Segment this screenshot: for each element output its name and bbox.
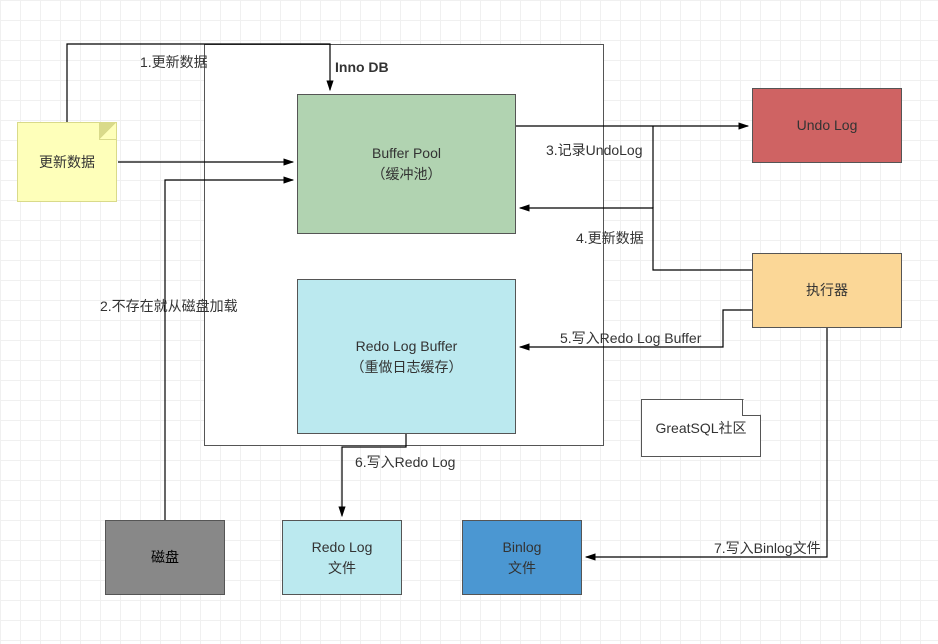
undo-log-box: Undo Log (752, 88, 902, 163)
binlog-l1: Binlog (503, 537, 542, 558)
redo-file-l2: 文件 (328, 558, 356, 579)
innodb-label: Inno DB (335, 57, 389, 78)
edge6-label: 6.写入Redo Log (355, 452, 455, 472)
buffer-pool-title: Buffer Pool (372, 143, 441, 164)
binlog-file-box: Binlog 文件 (462, 520, 582, 595)
edge3-label: 3.记录UndoLog (546, 140, 643, 160)
buffer-pool-box: Buffer Pool （缓冲池） (297, 94, 516, 234)
disk-box: 磁盘 (105, 520, 225, 595)
redo-log-buffer-box: Redo Log Buffer （重做日志缓存） (297, 279, 516, 434)
binlog-l2: 文件 (508, 558, 536, 579)
executor-label: 执行器 (806, 280, 848, 301)
greatsql-fold (742, 399, 761, 416)
note-text: 更新数据 (39, 152, 95, 172)
executor-box: 执行器 (752, 253, 902, 328)
greatsql-label: GreatSQL社区 (655, 418, 746, 438)
edge2-label: 2.不存在就从磁盘加载 (100, 296, 238, 316)
edge1-label: 1.更新数据 (140, 52, 208, 72)
redo-buf-sub: （重做日志缓存） (351, 357, 463, 378)
update-data-note: 更新数据 (17, 122, 117, 202)
buffer-pool-sub: （缓冲池） (372, 164, 442, 185)
redo-file-l1: Redo Log (312, 537, 373, 558)
undo-log-label: Undo Log (797, 115, 858, 136)
edge4-label: 4.更新数据 (576, 228, 644, 248)
edge5-label: 5.写入Redo Log Buffer (560, 328, 701, 348)
redo-log-file-box: Redo Log 文件 (282, 520, 402, 595)
edge7-label: 7.写入Binlog文件 (714, 538, 821, 558)
redo-buf-title: Redo Log Buffer (356, 336, 458, 357)
disk-label: 磁盘 (151, 547, 179, 568)
